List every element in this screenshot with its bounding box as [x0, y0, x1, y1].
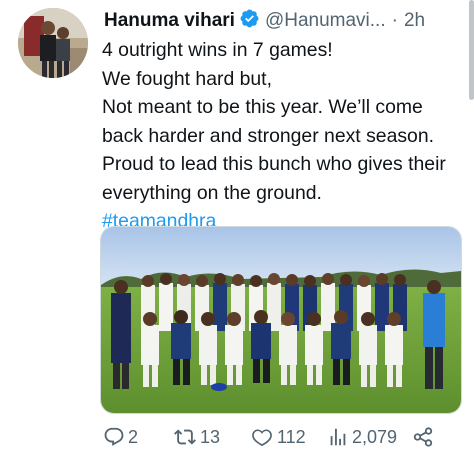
verified-badge-icon [239, 8, 260, 36]
team-photo-image[interactable] [100, 226, 462, 414]
tweet[interactable]: Hanuma vihari @Hanumavi... · 2h 4 outright … [0, 0, 474, 466]
like-button[interactable]: 112 [250, 426, 306, 448]
tweet-line: Proud to lead this bunch who gives their [102, 153, 446, 175]
like-icon [250, 426, 274, 448]
scrollbar[interactable] [469, 0, 474, 100]
views-count: 2,079 [352, 426, 398, 447]
retweet-count: 13 [200, 426, 221, 447]
like-count: 112 [277, 426, 306, 447]
tweet-line: Not meant to be this year. We’ll come [102, 96, 423, 118]
tweet-line: back harder and stronger next season. [102, 124, 434, 147]
tweet-text: 4 outright wins in 7 games! We fought ha… [102, 36, 472, 236]
tweet-time[interactable]: 2h [404, 10, 425, 31]
views-icon [327, 426, 349, 448]
views-button[interactable]: 2,079 [327, 426, 397, 448]
retweet-icon [173, 426, 197, 448]
tweet-actions: 2 13 112 2,079 [100, 422, 470, 456]
share-button[interactable] [412, 426, 434, 448]
author-name[interactable]: Hanuma vihari [104, 10, 235, 31]
reply-icon [103, 426, 125, 448]
tweet-line: 4 outright wins in 7 games! [102, 39, 333, 61]
tweet-line: We fought hard but, [102, 67, 272, 90]
tweet-header: Hanuma vihari @Hanumavi... · 2h [104, 8, 425, 32]
avatar[interactable] [18, 8, 88, 78]
tweet-line: everything on the ground. [102, 181, 322, 204]
author-handle[interactable]: @Hanumavi... [265, 10, 386, 31]
separator-dot: · [391, 10, 398, 31]
retweet-button[interactable]: 13 [173, 426, 220, 448]
reply-button[interactable]: 2 [103, 426, 138, 448]
share-icon [412, 426, 434, 448]
reply-count: 2 [128, 426, 139, 447]
